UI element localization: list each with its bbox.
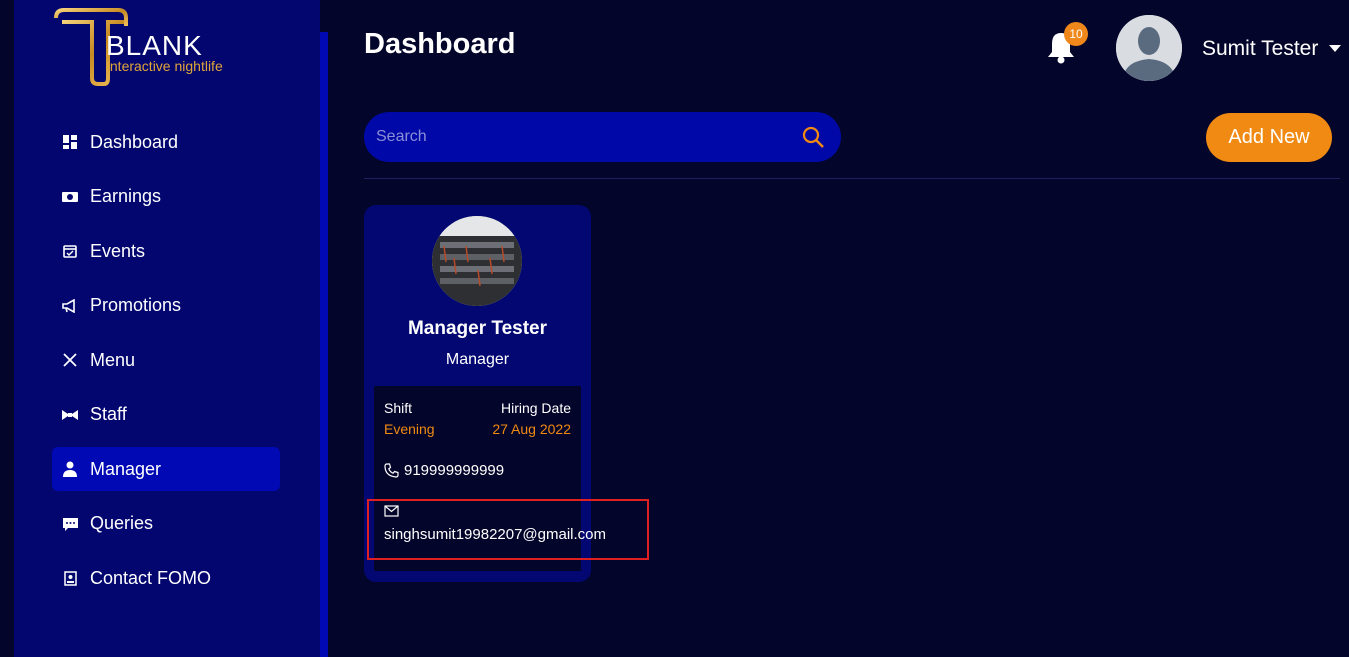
brand-logo[interactable]: BLANK Interactive nightlife <box>52 4 252 88</box>
manager-name: Manager Tester <box>407 318 548 339</box>
sidebar-scrollbar[interactable] <box>320 32 328 657</box>
sidebar-nav: Dashboard Earnings Events Promotions Men… <box>52 120 280 611</box>
sidebar-item-label: Events <box>90 240 146 261</box>
sidebar-item-earnings[interactable]: Earnings <box>52 175 280 219</box>
hiring-date-value: 27 Aug 2022 <box>492 421 571 437</box>
phone-row: 919999999999 <box>384 462 504 479</box>
contact-card-icon <box>62 570 78 586</box>
sidebar-item-menu[interactable]: Menu <box>52 338 280 382</box>
manager-role: Manager <box>445 351 510 368</box>
user-silhouette-icon <box>1116 15 1182 81</box>
brand-subtitle: Interactive nightlife <box>106 58 223 74</box>
page-title: Dashboard <box>364 28 516 60</box>
calendar-icon <box>62 243 78 259</box>
chevron-down-icon[interactable] <box>1329 45 1341 52</box>
manager-photo <box>432 216 522 306</box>
sidebar-item-label: Dashboard <box>90 131 179 152</box>
money-icon <box>62 189 78 205</box>
user-tie-icon <box>62 461 78 477</box>
divider <box>364 178 1340 179</box>
search-icon[interactable] <box>801 125 825 149</box>
search-bar <box>364 112 841 162</box>
sidebar-item-queries[interactable]: Queries <box>52 502 280 546</box>
sidebar-item-label: Promotions <box>90 295 182 315</box>
sidebar-item-dashboard[interactable]: Dashboard <box>52 120 280 164</box>
sidebar-item-label: Manager <box>90 458 162 479</box>
left-gutter <box>0 0 14 657</box>
avatar[interactable] <box>1116 15 1182 81</box>
sidebar-item-label: Staff <box>90 404 127 424</box>
sidebar-item-label: Earnings <box>90 186 162 206</box>
phone-number: 919999999999 <box>404 462 505 479</box>
hiring-date-label: Hiring Date <box>500 400 571 416</box>
sidebar-item-manager[interactable]: Manager <box>52 447 280 491</box>
user-menu-name[interactable]: Sumit Tester <box>1202 37 1318 61</box>
utensils-icon <box>62 352 78 368</box>
add-new-button[interactable]: Add New <box>1206 113 1332 162</box>
sidebar-item-label: Queries <box>90 513 154 533</box>
email-highlight-box <box>367 499 649 560</box>
sidebar-item-label: Contact FOMO <box>90 567 212 588</box>
dashboard-icon <box>62 134 78 150</box>
sidebar-item-staff[interactable]: Staff <box>52 393 280 437</box>
shift-value: Evening <box>384 421 435 437</box>
search-input[interactable] <box>376 128 776 146</box>
shift-label: Shift <box>384 400 413 416</box>
notification-badge: 10 <box>1064 22 1088 46</box>
sidebar-item-contact-fomo[interactable]: Contact FOMO <box>52 556 280 600</box>
sidebar-item-events[interactable]: Events <box>52 229 280 273</box>
sidebar-item-promotions[interactable]: Promotions <box>52 284 280 328</box>
megaphone-icon <box>62 298 78 314</box>
sidebar-item-label: Menu <box>90 349 136 370</box>
chat-icon <box>62 516 78 532</box>
phone-icon <box>384 463 399 478</box>
bowtie-icon <box>62 407 78 423</box>
